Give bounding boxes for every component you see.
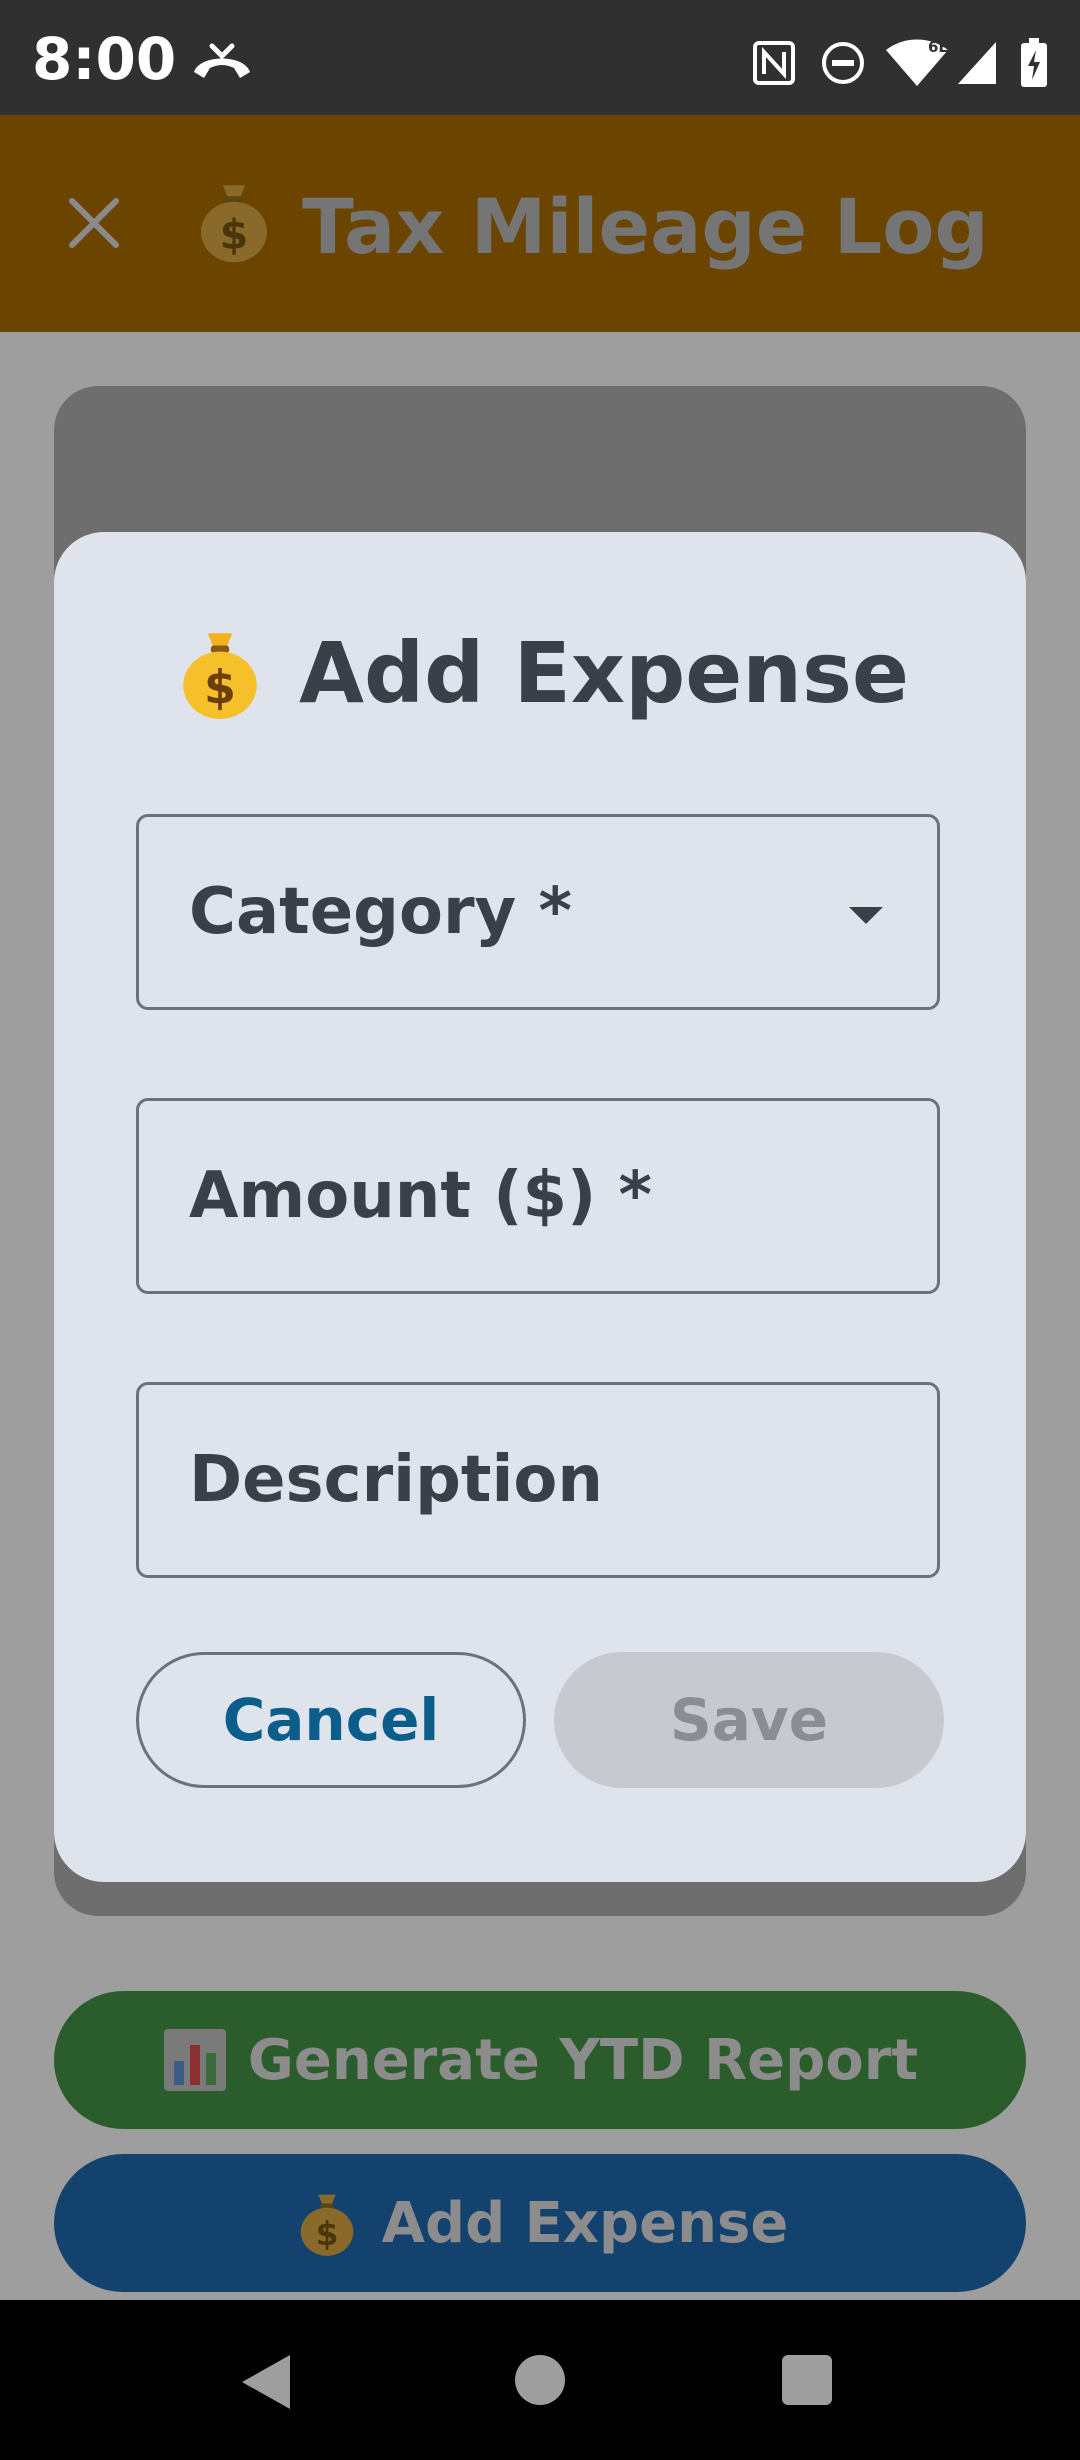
app-toolbar: $ Tax Mileage Log: [0, 115, 1080, 332]
close-icon[interactable]: [64, 193, 124, 253]
recents-icon[interactable]: [782, 2355, 832, 2405]
generate-report-button[interactable]: Generate YTD Report: [54, 1991, 1026, 2129]
home-icon[interactable]: [515, 2355, 565, 2405]
add-expense-dialog: $ Add Expense Category * Amount ($) * De…: [54, 532, 1026, 1882]
cancel-button[interactable]: Cancel: [136, 1652, 526, 1788]
back-icon[interactable]: [242, 2355, 290, 2409]
app-title-text: Tax Mileage Log: [302, 182, 989, 271]
navigation-bar: [0, 2300, 1080, 2460]
status-time: 8:00: [32, 25, 177, 93]
wifi-icon: 6E: [886, 38, 949, 86]
generate-report-label: Generate YTD Report: [247, 2027, 919, 2093]
do-not-disturb-icon: [822, 42, 864, 84]
category-dropdown[interactable]: Category *: [136, 814, 940, 1010]
nfc-icon: [753, 41, 795, 85]
dialog-title: $ Add Expense: [54, 624, 1026, 722]
chevron-down-icon[interactable]: [849, 907, 883, 924]
bar-chart-icon: [162, 2027, 228, 2093]
description-field[interactable]: Description: [136, 1382, 940, 1578]
description-label: Description: [189, 1443, 603, 1517]
network-badge: 6E: [928, 38, 949, 56]
money-bag-icon: $: [201, 185, 267, 263]
amount-field[interactable]: Amount ($) *: [136, 1098, 940, 1294]
svg-text:$: $: [204, 661, 236, 715]
app-title: $ Tax Mileage Log: [190, 177, 989, 271]
amount-label: Amount ($) *: [189, 1159, 652, 1233]
dialog-title-text: Add Expense: [299, 624, 909, 722]
money-bag-icon: $: [292, 2188, 362, 2258]
add-expense-button[interactable]: $ Add Expense: [54, 2154, 1026, 2292]
call-end-icon: [194, 43, 250, 78]
svg-text:$: $: [315, 2215, 338, 2253]
svg-text:$: $: [220, 211, 249, 259]
add-expense-label: Add Expense: [381, 2190, 789, 2256]
cell-signal-icon: [958, 42, 996, 84]
money-bag-icon: $: [171, 624, 269, 722]
category-label: Category *: [189, 875, 572, 949]
battery-charging-icon: [1021, 38, 1047, 87]
save-button[interactable]: Save: [554, 1652, 944, 1788]
status-bar: 8:00 6E: [0, 0, 1080, 115]
